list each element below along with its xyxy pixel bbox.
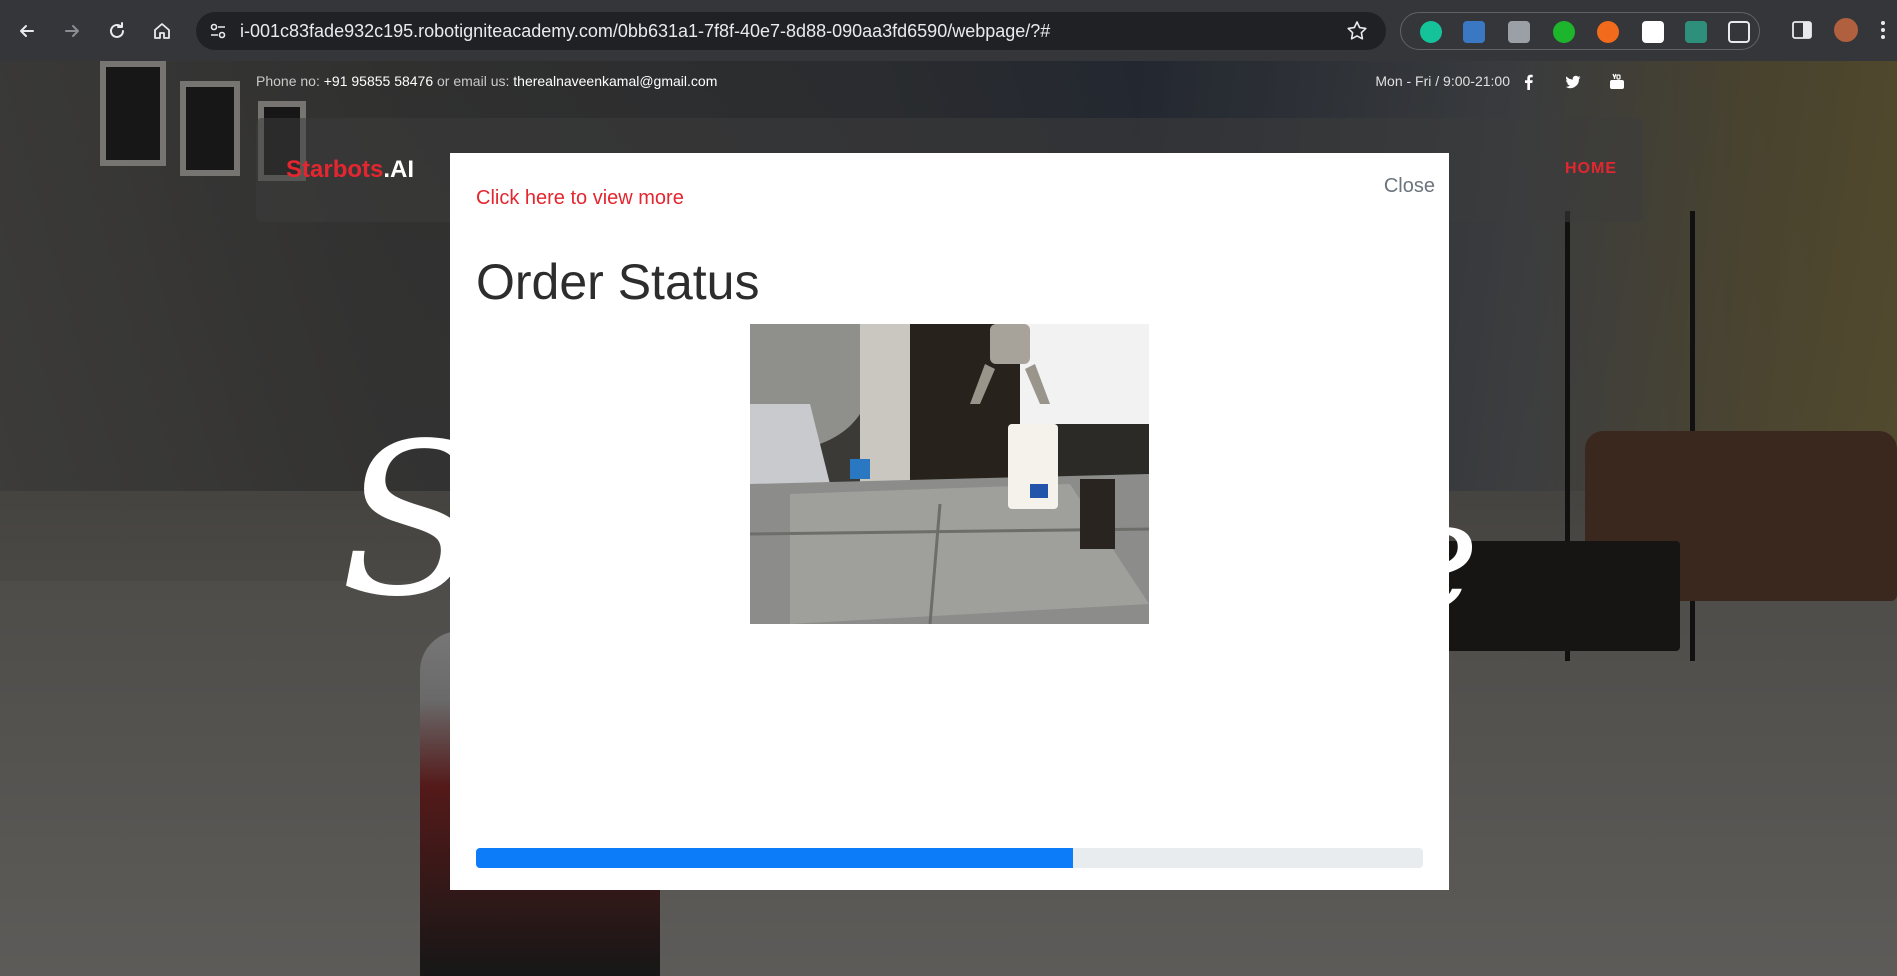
phone-label: Phone no: <box>256 73 320 89</box>
profile-avatar[interactable] <box>1834 18 1858 42</box>
url-text[interactable]: i-001c83fade932c195.robotigniteacademy.c… <box>240 21 1050 42</box>
camera-feed-image <box>750 324 1149 624</box>
browser-toolbar: i-001c83fade932c195.robotigniteacademy.c… <box>0 0 1897 61</box>
order-progress-fill <box>476 848 1073 868</box>
brand-name: Starbots <box>286 156 384 183</box>
forward-arrow-icon <box>65 25 79 37</box>
grammarly-icon[interactable] <box>1420 21 1442 43</box>
bookmark-star-icon[interactable] <box>1346 20 1368 42</box>
opening-hours: Mon - Fri / 9:00-21:00 <box>1375 73 1510 89</box>
contact-bar: Phone no: +91 95855 58476 or email us: t… <box>256 67 1626 95</box>
home-icon <box>154 23 170 39</box>
site-info-icon[interactable] <box>208 21 228 41</box>
twitter-icon[interactable] <box>1564 73 1582 91</box>
back-button[interactable] <box>12 16 42 46</box>
facebook-icon[interactable] <box>1520 73 1538 91</box>
extensions-bar <box>1400 12 1760 50</box>
order-progress-bar <box>476 848 1423 868</box>
side-panel-icon[interactable] <box>1790 18 1814 42</box>
back-arrow-icon <box>20 25 34 37</box>
s-green-icon[interactable] <box>1685 21 1707 43</box>
orange-fox-icon[interactable] <box>1597 21 1619 43</box>
email-address[interactable]: therealnaveenkamal@gmail.com <box>513 73 717 89</box>
youtube-icon[interactable] <box>1608 73 1626 91</box>
puzzle-blue-icon[interactable] <box>1463 21 1485 43</box>
clipboard-icon[interactable] <box>1508 21 1530 43</box>
robot-arm-camera-image <box>750 324 1149 624</box>
contact-info: Phone no: +91 95855 58476 or email us: t… <box>256 73 717 89</box>
forward-button[interactable] <box>57 16 87 46</box>
order-status-modal: Close Click here to view more Order Stat… <box>450 153 1449 890</box>
nav-home-link[interactable]: HOME <box>1565 160 1617 178</box>
green-circle-icon[interactable] <box>1553 21 1575 43</box>
modal-title: Order Status <box>476 254 760 310</box>
phone-number[interactable]: +91 95855 58476 <box>324 73 433 89</box>
view-more-link[interactable]: Click here to view more <box>476 187 684 210</box>
extensions-icon[interactable] <box>1728 21 1750 43</box>
address-bar[interactable]: i-001c83fade932c195.robotigniteacademy.c… <box>196 12 1386 50</box>
close-button[interactable]: Close <box>1384 175 1435 198</box>
reload-icon <box>110 22 124 38</box>
brand-suffix: .AI <box>383 156 415 183</box>
glasses-icon[interactable] <box>1642 21 1664 43</box>
home-button[interactable] <box>147 16 177 46</box>
email-label: or email us: <box>437 73 510 89</box>
menu-dots-icon[interactable] <box>1878 18 1888 42</box>
webpage: Phone no: +91 95855 58476 or email us: t… <box>0 61 1897 976</box>
reload-button[interactable] <box>102 16 132 46</box>
site-logo[interactable]: Starbots.AI <box>286 156 414 184</box>
